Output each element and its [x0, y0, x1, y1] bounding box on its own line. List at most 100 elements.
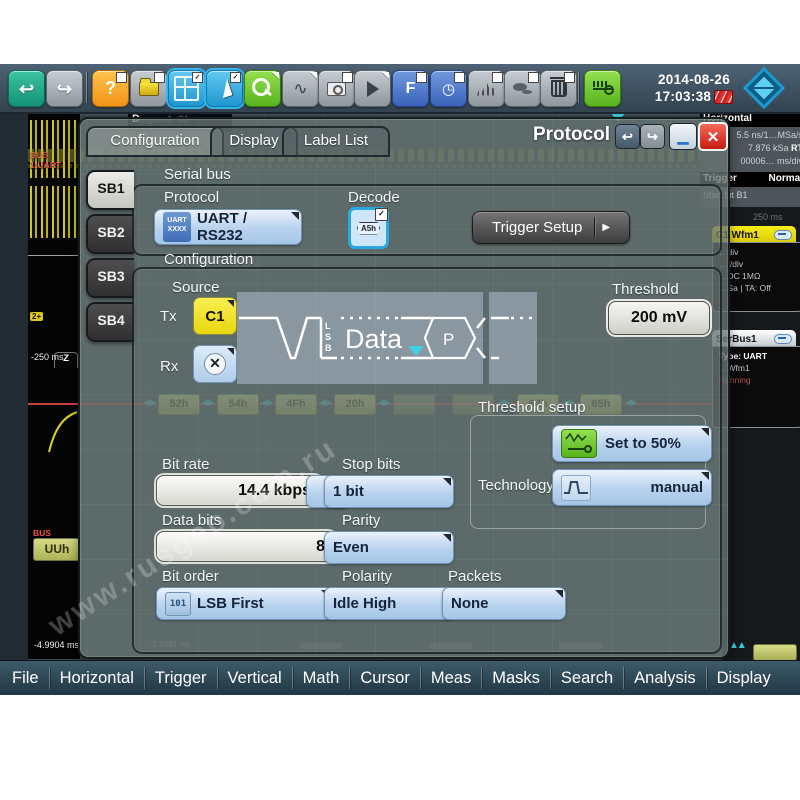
- polarity-dropdown[interactable]: Idle High: [324, 587, 454, 620]
- protocol-label: Protocol: [164, 189, 219, 206]
- range-hint: 250 ms: [753, 212, 783, 222]
- signal-annotation-icon[interactable]: [584, 70, 621, 107]
- toolbar: ↩ ↪ ? ✓ ✓ ∿ F ◷ 2014-08-26 17:03:38: [0, 64, 800, 114]
- set-to-50-button[interactable]: Set to 50%: [552, 425, 712, 462]
- svg-text:S: S: [325, 332, 331, 342]
- tab-sb4[interactable]: SB4: [86, 302, 134, 342]
- bit-order-icon: 101: [165, 592, 191, 616]
- menu-cursor[interactable]: Cursor: [350, 662, 420, 695]
- dialog-back-button[interactable]: ↩: [615, 124, 640, 149]
- marker-arrows: ▲▲: [729, 640, 745, 651]
- protocol-value: UART / RS232: [197, 210, 293, 244]
- tab-configuration[interactable]: Configuration: [86, 126, 224, 157]
- waveform-curve: [50, 654, 80, 659]
- menu-vertical[interactable]: Vertical: [218, 662, 292, 695]
- stop-bits-dropdown[interactable]: 1 bit: [324, 475, 454, 508]
- menu-bar: File Horizontal Trigger Vertical Math Cu…: [0, 660, 800, 695]
- svg-text:B: B: [325, 343, 332, 353]
- trigger-flag-icon[interactable]: F: [392, 70, 429, 107]
- trigger-out-icon: [714, 90, 733, 104]
- rx-label: Rx: [160, 358, 178, 375]
- acquisition-icon[interactable]: ∿: [282, 70, 319, 107]
- run-control-icon[interactable]: [354, 70, 391, 107]
- packets-dropdown[interactable]: None: [442, 587, 566, 620]
- threshold-value-button[interactable]: 200 mV: [608, 301, 710, 335]
- technology-dropdown[interactable]: manual: [552, 469, 712, 506]
- menu-trigger[interactable]: Trigger: [145, 662, 217, 695]
- hex-value-badge: [753, 644, 797, 661]
- decode-hex-icon: A5h: [357, 222, 380, 235]
- tx-source-button[interactable]: C1: [193, 297, 237, 335]
- parity-label: Parity: [342, 512, 380, 529]
- menu-display[interactable]: Display: [707, 662, 781, 695]
- spectrum-icon[interactable]: [468, 70, 505, 107]
- trigger-setup-button[interactable]: Trigger Setup ▶: [472, 211, 630, 244]
- tab-label-list[interactable]: Label List: [282, 126, 390, 157]
- threshold-setup-label: Threshold setup: [478, 399, 586, 416]
- dialog-close-button[interactable]: ✕: [698, 122, 728, 151]
- undo-icon[interactable]: ↩: [8, 70, 45, 107]
- parity-dropdown[interactable]: Even: [324, 531, 454, 564]
- bit-order-dropdown[interactable]: 101 LSB First: [156, 587, 332, 620]
- protocol-dialog: Configuration Display Label List Protoco…: [78, 117, 730, 659]
- toolbar-separator: [578, 72, 579, 103]
- menu-file[interactable]: File: [2, 662, 49, 695]
- dialog-forward-button[interactable]: ↪: [640, 124, 665, 149]
- serial-bus-section-label: Serial bus: [164, 166, 231, 183]
- decode-label: Decode: [348, 189, 400, 206]
- uart-icon: UARTXXXX: [163, 212, 191, 242]
- tab-sb3[interactable]: SB3: [86, 258, 134, 298]
- signal-bar: Horizontal 5.5 ns/1…MSa/s 7.876 kSa RT 0…: [723, 112, 800, 660]
- none-icon: ✕: [204, 353, 226, 375]
- menu-horizontal[interactable]: Horizontal: [50, 662, 144, 695]
- minimize-pill-icon[interactable]: [774, 334, 792, 344]
- bit-rate-label: Bit rate: [162, 456, 210, 473]
- dialog-minimize-button[interactable]: ▁: [669, 123, 697, 150]
- packets-label: Packets: [448, 568, 501, 585]
- help-icon[interactable]: ?: [92, 70, 129, 107]
- tx-label: Tx: [160, 308, 177, 325]
- time-scale-label: -250 ms: [31, 352, 64, 362]
- date-text: 2014-08-26: [642, 71, 746, 88]
- dialog-title: Protocol: [420, 124, 610, 146]
- tab-sb2[interactable]: SB2: [86, 214, 134, 254]
- pulse-icon: [561, 475, 591, 501]
- rx-source-button[interactable]: ✕: [193, 345, 237, 383]
- uart-frame-diagram: L S B Data P: [237, 290, 539, 386]
- tab-sb1[interactable]: SB1: [86, 170, 134, 210]
- timer-icon[interactable]: ◷: [430, 70, 467, 107]
- menu-search[interactable]: Search: [551, 662, 623, 695]
- stop-bits-label: Stop bits: [342, 456, 400, 473]
- technology-value: manual: [650, 479, 703, 496]
- minimize-pill-icon[interactable]: [774, 230, 792, 240]
- polarity-label: Polarity: [342, 568, 392, 585]
- frame-data-text: Data: [345, 324, 403, 354]
- technology-label: Technology: [478, 477, 554, 494]
- zoom-icon[interactable]: [244, 70, 281, 107]
- trigger-position-marker[interactable]: [408, 346, 424, 356]
- configuration-section-label: Configuration: [164, 251, 253, 268]
- masks-icon[interactable]: [504, 70, 541, 107]
- svg-text:P: P: [443, 330, 454, 349]
- waveform-curve: [46, 408, 80, 454]
- decoded-value-badge: UUh: [33, 538, 80, 561]
- menu-meas[interactable]: Meas: [421, 662, 481, 695]
- bus-burst-waveform: [30, 186, 78, 238]
- time-text: 17:03:38: [655, 88, 711, 105]
- channel-marker: 2+: [30, 312, 43, 321]
- check-icon: ✓: [375, 208, 388, 221]
- trigger-mode: Normal: [769, 173, 800, 188]
- zoom-time-label: -4.9904 ms: [34, 640, 79, 650]
- decode-checkbox[interactable]: A5h ✓: [348, 207, 389, 249]
- menu-masks[interactable]: Masks: [482, 662, 550, 695]
- protocol-dropdown[interactable]: UARTXXXX UART / RS232: [154, 209, 302, 245]
- svg-text:L: L: [325, 321, 331, 331]
- open-file-icon[interactable]: [130, 70, 167, 107]
- menu-analysis[interactable]: Analysis: [624, 662, 705, 695]
- delete-icon[interactable]: [540, 70, 577, 107]
- redo-icon[interactable]: ↪: [46, 70, 83, 107]
- display-settings-icon[interactable]: ✓: [168, 70, 205, 107]
- screenshot-icon[interactable]: [318, 70, 355, 107]
- menu-math[interactable]: Math: [293, 662, 350, 695]
- select-pointer-icon[interactable]: ✓: [206, 70, 243, 107]
